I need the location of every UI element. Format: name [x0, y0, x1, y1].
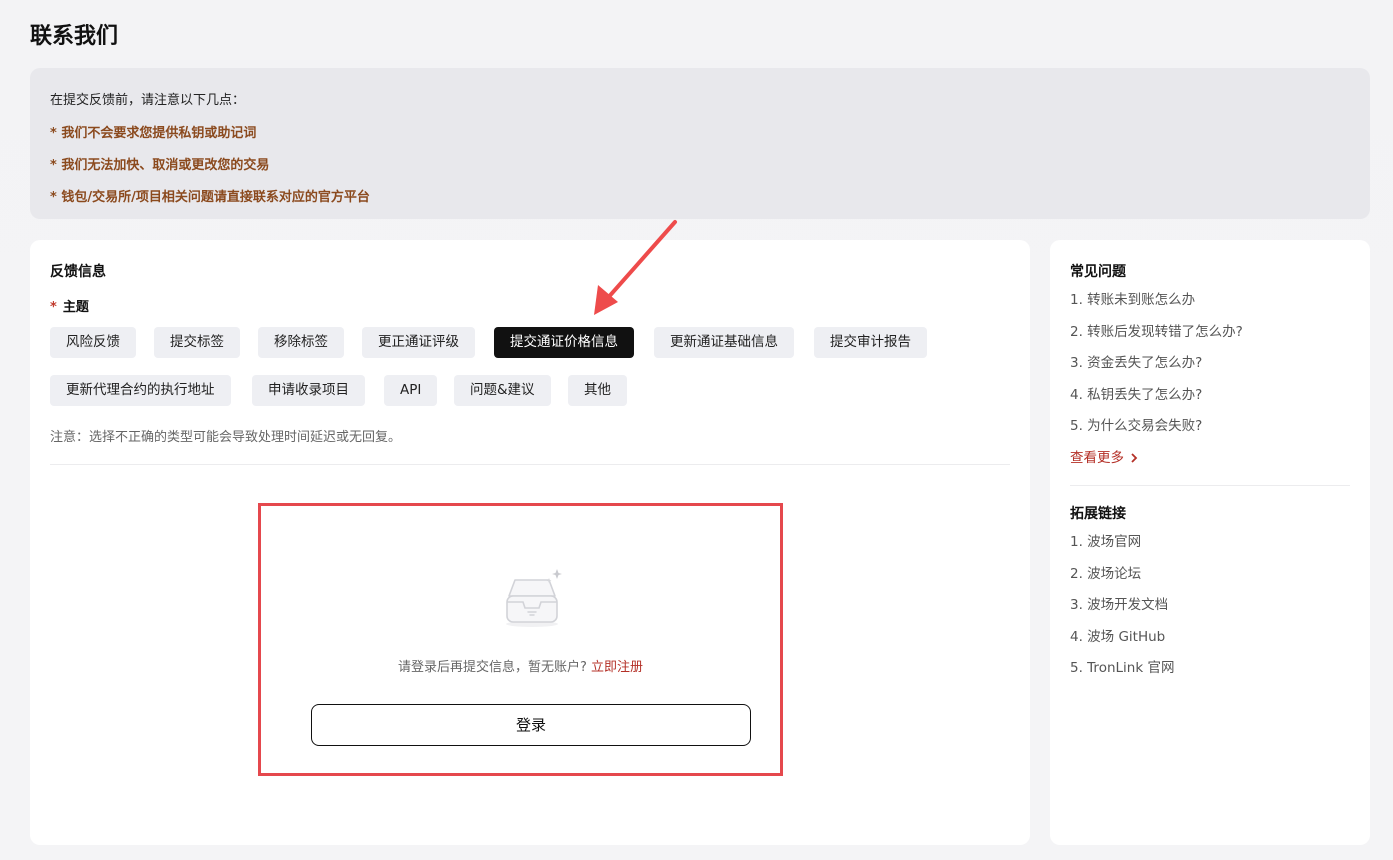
external-link-item[interactable]: 5. TronLink 官网 — [1070, 653, 1350, 685]
notice-intro: 在提交反馈前，请注意以下几点： — [50, 93, 246, 108]
subject-label: * 主题 — [50, 296, 89, 315]
tag-api[interactable]: API — [384, 375, 438, 406]
faq-list: 1. 转账未到账怎么办 2. 转账后发现转错了怎么办? 3. 资金丢失了怎么办?… — [1070, 285, 1350, 474]
feedback-card: 反馈信息 * 主题 风险反馈 提交标签 移除标签 更正通证评级 提交通证价格信息 … — [30, 240, 1030, 845]
login-prompt-text: 请登录后再提交信息，暂无账户? — [397, 660, 587, 675]
notice-line: * 钱包/交易所/项目相关问题请直接联系对应的官方平台 — [50, 190, 370, 205]
sidebar-card: 常见问题 1. 转账未到账怎么办 2. 转账后发现转错了怎么办? 3. 资金丢失… — [1050, 240, 1370, 845]
subject-note: 注意：选择不正确的类型可能会导致处理时间延迟或无回复。 — [50, 430, 402, 445]
tag-remove-label[interactable]: 移除标签 — [258, 327, 344, 358]
login-highlight-box: 请登录后再提交信息，暂无账户? 立即注册 登录 — [258, 503, 783, 776]
faq-item[interactable]: 5. 为什么交易会失败? — [1070, 411, 1350, 443]
external-link-item[interactable]: 1. 波场官网 — [1070, 527, 1350, 559]
external-link-item[interactable]: 4. 波场 GitHub — [1070, 622, 1350, 654]
divider — [50, 464, 1010, 465]
register-link[interactable]: 立即注册 — [591, 660, 643, 675]
tag-correct-rating[interactable]: 更正通证评级 — [362, 327, 475, 358]
chevron-right-icon — [1131, 453, 1138, 463]
tag-apply-listing[interactable]: 申请收录项目 — [252, 375, 365, 406]
links-title: 拓展链接 — [1070, 506, 1126, 522]
faq-title: 常见问题 — [1070, 264, 1126, 280]
required-mark: * — [50, 300, 57, 315]
faq-item[interactable]: 4. 私钥丢失了怎么办? — [1070, 380, 1350, 412]
divider — [1070, 485, 1350, 486]
faq-item[interactable]: 1. 转账未到账怎么办 — [1070, 285, 1350, 317]
tag-submit-label[interactable]: 提交标签 — [154, 327, 240, 358]
tag-questions-suggestions[interactable]: 问题&建议 — [454, 375, 551, 406]
faq-item[interactable]: 2. 转账后发现转错了怎么办? — [1070, 317, 1350, 349]
subject-label-text: 主题 — [62, 300, 89, 315]
empty-box-icon — [506, 569, 562, 627]
page-title: 联系我们 — [30, 24, 119, 49]
tag-update-token-info[interactable]: 更新通证基础信息 — [654, 327, 794, 358]
notice-panel: 在提交反馈前，请注意以下几点： * 我们不会要求您提供私钥或助记词 * 我们无法… — [30, 68, 1370, 219]
tag-submit-price-info[interactable]: 提交通证价格信息 — [494, 327, 634, 358]
tag-other[interactable]: 其他 — [568, 375, 627, 406]
links-list: 1. 波场官网 2. 波场论坛 3. 波场开发文档 4. 波场 GitHub 5… — [1070, 527, 1350, 685]
external-link-item[interactable]: 3. 波场开发文档 — [1070, 590, 1350, 622]
tag-update-proxy-address[interactable]: 更新代理合约的执行地址 — [50, 375, 231, 406]
login-message: 请登录后再提交信息，暂无账户? 立即注册 — [261, 656, 780, 675]
view-more-label: 查看更多 — [1070, 449, 1124, 466]
faq-item[interactable]: 3. 资金丢失了怎么办? — [1070, 348, 1350, 380]
view-more-link[interactable]: 查看更多 — [1070, 443, 1350, 474]
tag-submit-audit[interactable]: 提交审计报告 — [814, 327, 927, 358]
login-button[interactable]: 登录 — [311, 704, 751, 746]
tag-risk-feedback[interactable]: 风险反馈 — [50, 327, 136, 358]
notice-line: * 我们无法加快、取消或更改您的交易 — [50, 158, 270, 173]
feedback-title: 反馈信息 — [50, 264, 106, 280]
notice-line: * 我们不会要求您提供私钥或助记词 — [50, 126, 257, 141]
external-link-item[interactable]: 2. 波场论坛 — [1070, 559, 1350, 591]
